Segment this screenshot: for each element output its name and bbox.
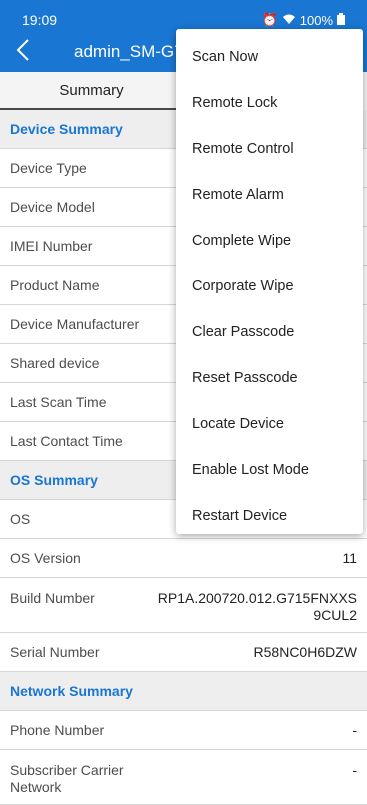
menu-item-remote-control[interactable]: Remote Control xyxy=(176,126,363,172)
row-label: Device Model xyxy=(10,199,95,215)
menu-item-complete-wipe[interactable]: Complete Wipe xyxy=(176,218,363,264)
status-icons: ⏰ 100% xyxy=(262,12,345,28)
battery-level: 100% xyxy=(299,12,333,28)
menu-item-reset-passcode[interactable]: Reset Passcode xyxy=(176,355,363,401)
row-label: Device Manufacturer xyxy=(10,316,140,332)
row-phone-number: Phone Number - xyxy=(0,711,367,750)
row-label: Last Scan Time xyxy=(10,394,107,410)
row-serial-number: Serial Number R58NC0H6DZW xyxy=(0,633,367,672)
row-value: - xyxy=(352,722,357,738)
row-value: RP1A.200720.012.G715FNXXS9CUL2 xyxy=(157,590,357,623)
row-label: Shared device xyxy=(10,355,100,371)
overflow-menu: Scan Now Remote Lock Remote Control Remo… xyxy=(176,29,363,534)
row-build-number: Build Number RP1A.200720.012.G715FNXXS9CU… xyxy=(0,578,367,633)
section-network-summary: Network Summary xyxy=(0,672,367,711)
alarm-icon: ⏰ xyxy=(261,12,278,27)
menu-item-scan-now[interactable]: Scan Now xyxy=(176,34,363,80)
row-label: OS xyxy=(10,511,31,527)
row-os-version: OS Version 11 xyxy=(0,539,367,578)
menu-item-enable-lost-mode[interactable]: Enable Lost Mode xyxy=(176,447,363,493)
row-label: Phone Number xyxy=(10,722,105,738)
row-label: Subscriber Carrier Network xyxy=(10,762,124,795)
status-time: 19:09 xyxy=(22,12,58,28)
wifi-icon xyxy=(282,13,296,28)
row-label: Device Type xyxy=(10,160,87,176)
battery-icon xyxy=(337,12,345,28)
menu-item-corporate-wipe[interactable]: Corporate Wipe xyxy=(176,263,363,309)
row-label: Build Number xyxy=(10,590,95,606)
menu-item-remote-lock[interactable]: Remote Lock xyxy=(176,80,363,126)
menu-item-remote-alarm[interactable]: Remote Alarm xyxy=(176,172,363,218)
tab-summary[interactable]: Summary xyxy=(0,72,183,110)
menu-item-locate-device[interactable]: Locate Device xyxy=(176,401,363,447)
row-label: Product Name xyxy=(10,277,100,293)
row-label: Serial Number xyxy=(10,644,100,660)
row-value: R58NC0H6DZW xyxy=(253,644,357,660)
row-label: Last Contact Time xyxy=(10,433,123,449)
row-subscriber-carrier-network: Subscriber Carrier Network - xyxy=(0,750,367,805)
back-arrow-icon[interactable] xyxy=(16,38,30,66)
menu-item-restart-device[interactable]: Restart Device xyxy=(176,493,363,539)
row-label: OS Version xyxy=(10,550,81,566)
row-value: - xyxy=(352,762,357,778)
row-value: 11 xyxy=(342,550,357,566)
row-label: IMEI Number xyxy=(10,238,93,254)
menu-item-clear-passcode[interactable]: Clear Passcode xyxy=(176,309,363,355)
